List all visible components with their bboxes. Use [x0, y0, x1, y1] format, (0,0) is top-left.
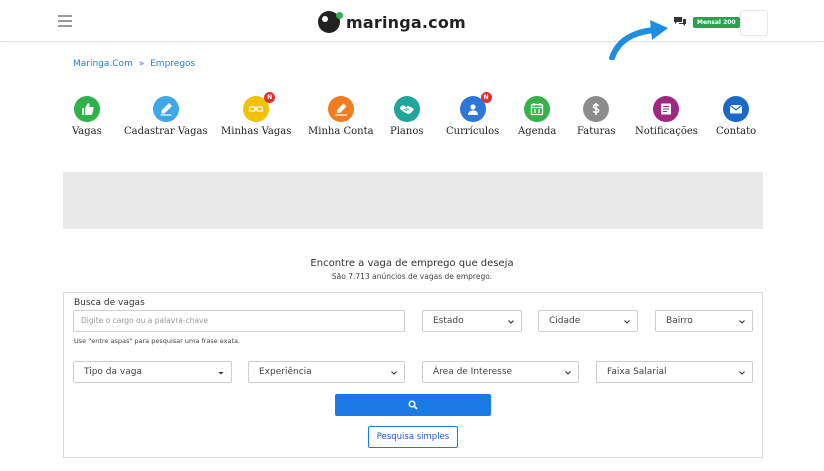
handshake-icon [393, 96, 420, 122]
breadcrumb-home-link[interactable]: Maringa.Com [73, 59, 133, 69]
new-badge: N [264, 92, 276, 103]
breadcrumb-separator: » [138, 59, 145, 69]
search-button[interactable] [335, 394, 491, 416]
menu-label: Vagas [72, 126, 102, 137]
chevron-down-icon [739, 371, 745, 375]
menu-label: Faturas [577, 126, 616, 137]
search-icon [408, 400, 418, 410]
page-headline: Encontre a vaga de emprego que deseja [310, 258, 514, 269]
top-bar: maringa.com Mensal 200 [0, 0, 824, 42]
pencil-icon [152, 96, 179, 122]
curved-arrow-icon [609, 20, 668, 60]
chat-icon[interactable] [673, 16, 687, 27]
thumbs-up-icon [73, 96, 100, 122]
search-hint: Use "entre aspas" para pesquisar uma fra… [74, 337, 241, 345]
search-panel: Busca de vagas Digite o cargo ou a palav… [63, 292, 763, 458]
tipo-vaga-select-value: Tipo da vaga [84, 367, 142, 377]
list-icon [653, 96, 680, 122]
menu-label: Agenda [518, 126, 557, 137]
search-panel-title: Busca de vagas [74, 298, 145, 308]
menu-label: Notificações [635, 126, 698, 137]
keyword-input[interactable]: Digite o cargo ou a palavra-chave [73, 310, 405, 332]
plan-badge[interactable]: Mensal 200 [693, 17, 740, 28]
caret-down-icon [218, 372, 224, 375]
dollar-icon [583, 96, 610, 122]
cidade-select-value: Cidade [549, 316, 581, 326]
menu-item-cadastrar-vagas[interactable]: Cadastrar Vagas [124, 96, 208, 137]
user-id-icon: N [459, 92, 492, 122]
menu-item-agenda[interactable]: Agenda [518, 96, 556, 137]
menu-item-contato[interactable]: Contato [716, 96, 756, 137]
estado-select-value: Estado [433, 316, 464, 326]
breadcrumb-current[interactable]: Empregos [150, 59, 195, 69]
area-interesse-select-value: Área de Interesse [433, 367, 513, 377]
breadcrumb: Maringa.Com » Empregos [73, 59, 195, 69]
menu-item-minha-conta[interactable]: Minha Conta [308, 96, 374, 137]
bairro-select-value: Bairro [666, 316, 693, 326]
chevron-down-icon [739, 320, 745, 324]
menu-item-planos[interactable]: Planos [390, 96, 423, 137]
menu-item-faturas[interactable]: Faturas [577, 96, 616, 137]
faixa-salarial-select-value: Faixa Salarial [607, 367, 667, 377]
menu-label: Contato [716, 126, 757, 137]
menu-item-vagas[interactable]: Vagas [72, 96, 102, 137]
hamburger-menu-icon[interactable] [58, 15, 72, 27]
area-interesse-select[interactable]: Área de Interesse [422, 361, 579, 383]
new-badge: N [480, 92, 492, 103]
experiencia-select-value: Experiência [259, 367, 312, 377]
tipo-vaga-select[interactable]: Tipo da vaga [73, 361, 232, 383]
chevron-down-icon [508, 320, 514, 324]
menu-label: Currículos [446, 126, 500, 137]
menu-label: Planos [390, 126, 424, 137]
glasses-icon: N [243, 92, 276, 122]
bairro-select[interactable]: Bairro [655, 310, 753, 332]
simple-search-button[interactable]: Pesquisa simples [368, 426, 458, 448]
estado-select[interactable]: Estado [422, 310, 522, 332]
avatar[interactable] [740, 10, 768, 36]
menu-item-curriculos[interactable]: N Currículos [446, 92, 500, 137]
envelope-icon [723, 96, 750, 122]
listing-count: São 7.713 anúncios de vagas de emprego. [331, 272, 493, 281]
menu-label: Minha Conta [308, 126, 374, 137]
menu-item-minhas-vagas[interactable]: N Minhas Vagas [221, 92, 292, 137]
logo-text: maringa.com [346, 12, 466, 32]
edit-icon [327, 96, 354, 122]
calendar-icon [524, 96, 551, 122]
ad-banner [63, 172, 763, 229]
menu-item-notificacoes[interactable]: Notificações [635, 96, 698, 137]
site-logo[interactable]: maringa.com [318, 10, 466, 34]
experiencia-select[interactable]: Experiência [248, 361, 405, 383]
menu-label: Minhas Vagas [221, 126, 292, 137]
chevron-down-icon [624, 320, 630, 324]
chevron-down-icon [391, 371, 397, 375]
menu-label: Cadastrar Vagas [124, 126, 208, 137]
logo-mark-icon [318, 11, 343, 33]
chevron-down-icon [565, 371, 571, 375]
cidade-select[interactable]: Cidade [538, 310, 638, 332]
faixa-salarial-select[interactable]: Faixa Salarial [596, 361, 753, 383]
